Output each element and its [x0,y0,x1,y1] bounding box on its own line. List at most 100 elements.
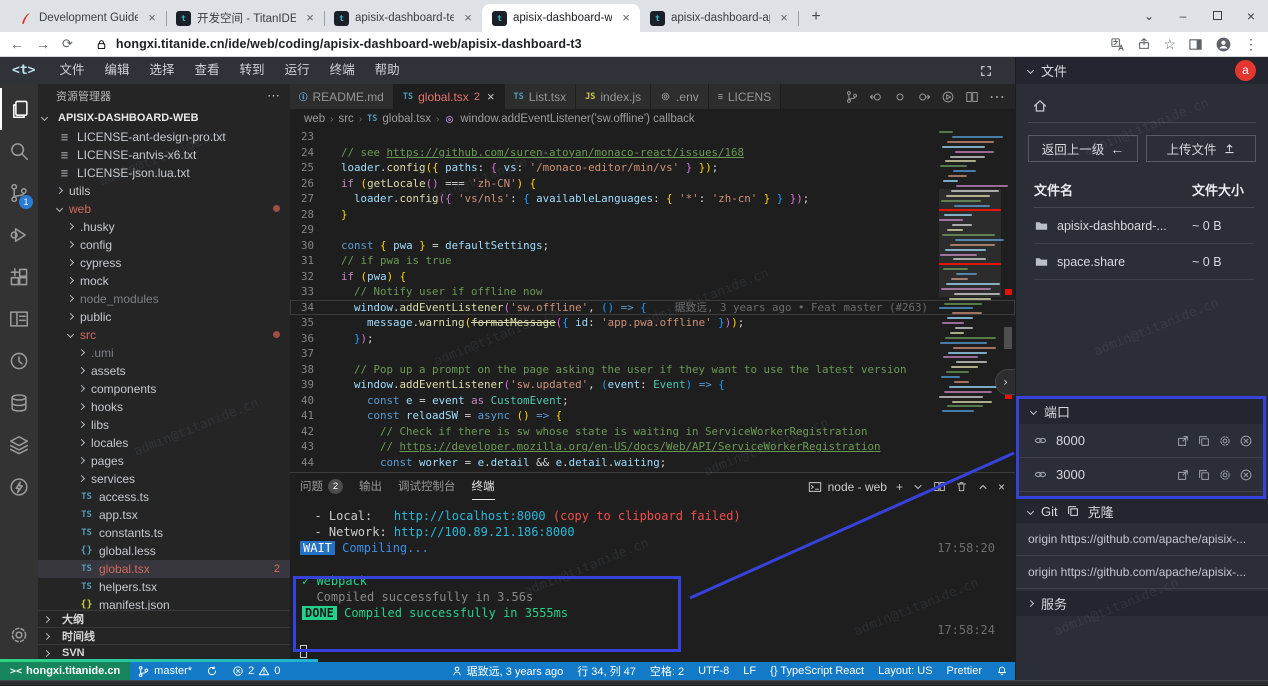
sidebar-section-大纲[interactable]: 大纲 [38,611,290,628]
menu-item-终端[interactable]: 终端 [320,57,365,84]
fullscreen-icon[interactable] [979,64,1007,78]
browser-tab[interactable]: t开发空间 - TitanIDE× [166,4,324,32]
bookmark-star-icon[interactable]: ☆ [1163,36,1176,53]
browser-tab[interactable]: tapisix-dashboard-test - TitanIL× [324,4,482,32]
split-editor-icon[interactable] [965,90,979,104]
menu-item-运行[interactable]: 运行 [275,57,320,84]
explorer-more-icon[interactable]: ⋯ [267,88,280,104]
share-icon[interactable] [1137,37,1151,51]
git-remote-row[interactable]: origin https://github.com/apache/apisix-… [1016,556,1268,589]
close-panel-icon[interactable]: × [998,480,1005,494]
tab-close-icon[interactable]: × [487,89,495,104]
navigate-forward-icon[interactable] [917,90,931,104]
tree-item-locales[interactable]: locales [38,434,290,452]
tree-item-assets[interactable]: assets [38,362,290,380]
tree-item-.husky[interactable]: .husky [38,218,290,236]
tree-item-LICENSE-ant-design-pro.txt[interactable]: ≡LICENSE-ant-design-pro.txt [38,128,290,146]
tree-root[interactable]: APISIX-DASHBOARD-WEB [38,108,290,128]
run-file-icon[interactable] [941,90,955,104]
back-button[interactable]: ← [10,36,24,52]
close-port-icon[interactable] [1239,468,1253,482]
tree-item-services[interactable]: services [38,470,290,488]
kill-terminal-icon[interactable] [955,480,968,493]
tree-item-utils[interactable]: utils [38,182,290,200]
keyboard-layout[interactable]: Layout: US [871,662,939,680]
formatter-indicator[interactable]: Prettier [940,662,989,680]
nav-dot-icon[interactable] [893,90,907,104]
port-settings-icon[interactable] [1218,468,1232,482]
close-port-icon[interactable] [1239,434,1253,448]
tree-item-global.tsx[interactable]: TSglobal.tsx2 [38,560,290,578]
activity-history-icon[interactable] [0,340,38,382]
tree-item-.umi[interactable]: .umi [38,344,290,362]
reading-panel-icon[interactable] [1188,37,1203,52]
tab-close-icon[interactable]: × [618,10,634,26]
tree-item-access.ts[interactable]: TSaccess.ts [38,488,290,506]
editor-tab-global.tsx[interactable]: TSglobal.tsx2× [394,84,505,109]
tree-item-src[interactable]: src [38,326,290,344]
git-remote-row[interactable]: origin https://github.com/apache/apisix-… [1016,523,1268,556]
tree-item-pages[interactable]: pages [38,452,290,470]
activity-search-icon[interactable] [0,130,38,172]
tree-item-app.tsx[interactable]: TSapp.tsx [38,506,290,524]
browser-menu-icon[interactable]: ⋮ [1244,36,1258,53]
back-to-parent-button[interactable]: 返回上一级← [1028,135,1138,162]
tree-item-mock[interactable]: mock [38,272,290,290]
tree-item-components[interactable]: components [38,380,290,398]
browser-tab[interactable]: Development Guide | Apache× [8,4,166,32]
tree-item-hooks[interactable]: hooks [38,398,290,416]
translate-icon[interactable] [1110,37,1125,52]
copy-address-icon[interactable] [1197,434,1211,448]
terminal-output[interactable]: - Local: http://localhost:8000 (copy to … [290,500,1015,662]
window-maximize-button[interactable] [1200,0,1234,32]
breadcrumb-item[interactable]: web [304,113,325,125]
minimap[interactable] [939,131,1001,431]
terminal-shell-selector[interactable]: node - web [808,480,887,494]
tree-item-public[interactable]: public [38,308,290,326]
terminal-tab-终端[interactable]: 终端 [472,473,495,500]
home-icon[interactable] [1016,92,1268,122]
open-in-browser-icon[interactable] [1176,434,1190,448]
ports-section-header[interactable]: 端口 [1019,399,1263,424]
new-tab-button[interactable]: + [804,5,828,29]
activity-layers-icon[interactable] [0,424,38,466]
open-in-browser-icon[interactable] [1176,468,1190,482]
forward-button[interactable]: → [36,36,50,52]
editor-tab-List.tsx[interactable]: TSList.tsx [505,84,577,109]
tree-item-manifest.json[interactable]: {}manifest.json [38,596,290,610]
breadcrumb-item[interactable]: window.addEventListener('sw.offline') ca… [460,113,694,125]
file-row-apisix-dashboard-...[interactable]: apisix-dashboard-...~ 0 B [1034,208,1254,244]
files-section-header[interactable]: 文件 [1016,57,1268,84]
editor-tab-index.js[interactable]: JSindex.js [576,84,651,109]
tab-close-icon[interactable]: × [302,10,318,26]
tab-close-icon[interactable]: × [460,10,476,26]
editor-tab-.env[interactable]: .env [651,84,709,109]
tree-item-cypress[interactable]: cypress [38,254,290,272]
activity-explorer-icon[interactable] [0,88,38,130]
menu-item-帮助[interactable]: 帮助 [365,57,410,84]
terminal-tab-调试控制台[interactable]: 调试控制台 [398,473,456,500]
blame-indicator[interactable]: 琚致远, 3 years ago [444,662,571,680]
panel-expand-button[interactable]: › [995,369,1015,395]
window-minimize-button[interactable]: – [1166,0,1200,32]
code-editor[interactable]: 2324 // see https://github.com/suren-ato… [290,129,1015,472]
breadcrumb-item[interactable]: src [338,113,353,125]
services-section-header[interactable]: 服务 [1016,591,1268,616]
breadcrumb-item[interactable]: global.tsx [382,113,431,125]
activity-database-icon[interactable] [0,382,38,424]
menu-item-查看[interactable]: 查看 [185,57,230,84]
tab-close-icon[interactable]: × [776,10,792,26]
user-avatar-badge[interactable]: a [1235,60,1256,81]
maximize-panel-icon[interactable] [977,481,989,493]
tree-item-libs[interactable]: libs [38,416,290,434]
menu-item-转到[interactable]: 转到 [230,57,275,84]
sync-icon[interactable] [199,662,225,680]
encoding-indicator[interactable]: UTF-8 [691,662,736,680]
tree-item-LICENSE-antvis-x6.txt[interactable]: ≡LICENSE-antvis-x6.txt [38,146,290,164]
breadcrumb[interactable]: web›src›TSglobal.tsx›window.addEventList… [290,109,1015,129]
tab-close-icon[interactable]: × [144,10,160,26]
file-row-space.share[interactable]: space.share~ 0 B [1034,244,1254,280]
scrollbar-thumb[interactable] [1004,327,1012,349]
sidebar-section-时间线[interactable]: 时间线 [38,628,290,645]
browser-tab[interactable]: tapisix-dashboard-api - TitanID× [640,4,798,32]
